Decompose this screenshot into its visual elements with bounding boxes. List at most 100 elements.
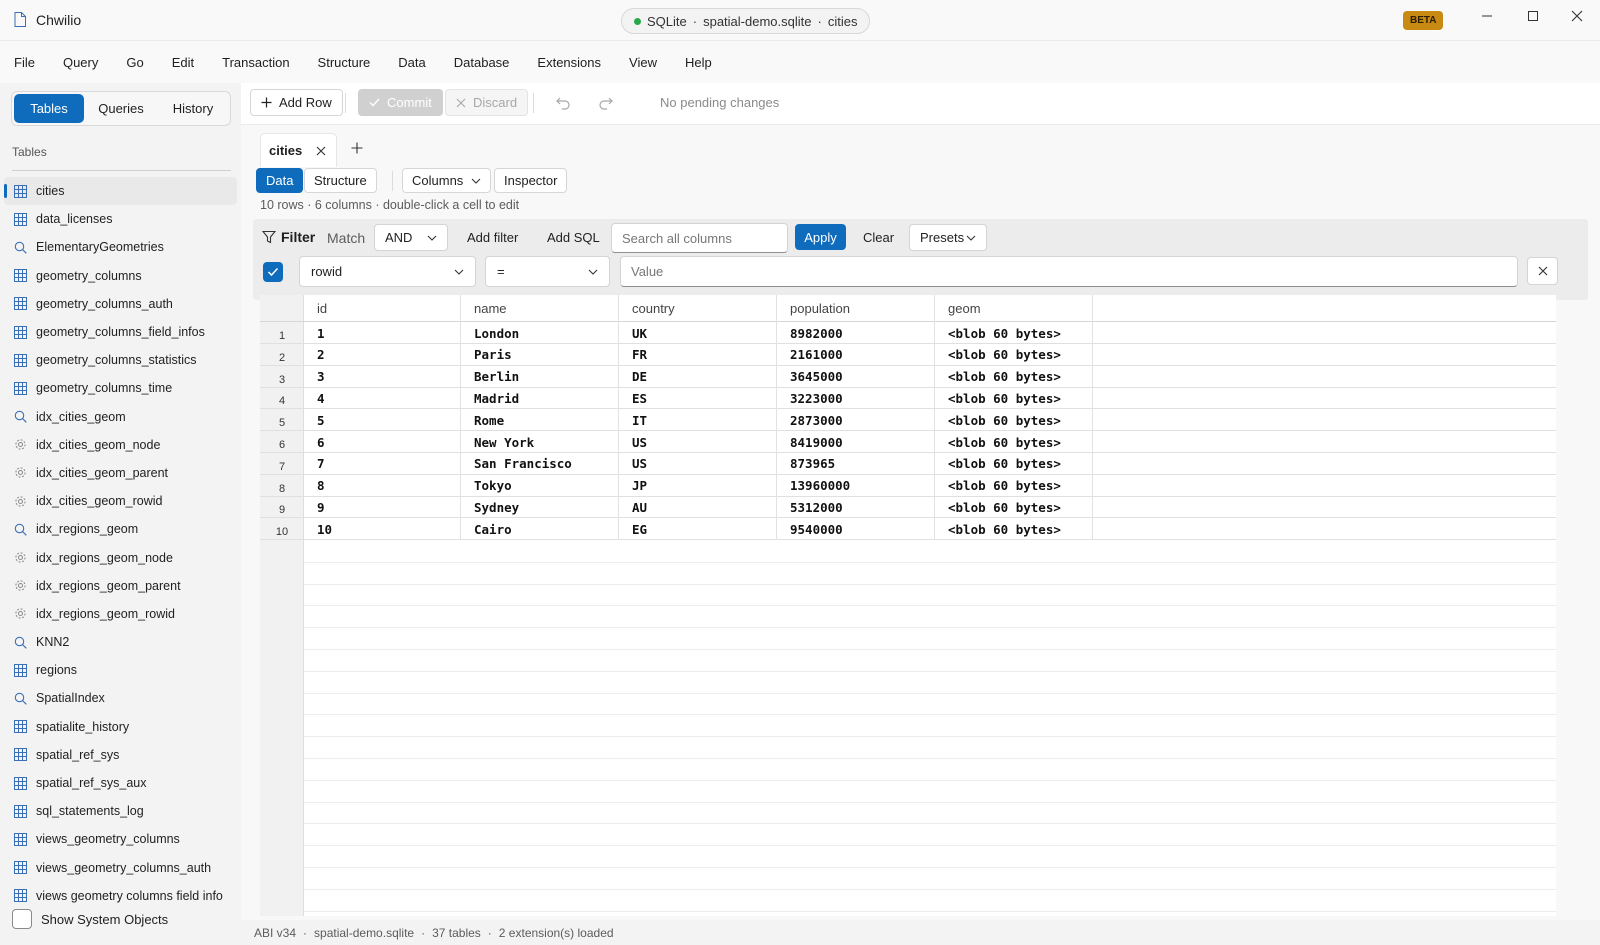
cell-id[interactable]: 10 (304, 518, 461, 541)
table-row[interactable]: 1 1 London UK 8982000 <blob 60 bytes> (260, 322, 1556, 344)
cell-country[interactable]: JP (619, 474, 777, 497)
undo-button[interactable] (553, 93, 573, 113)
cell-geom[interactable]: <blob 60 bytes> (935, 431, 1093, 453)
table-row[interactable]: 9 9 Sydney AU 5312000 <blob 60 bytes> (260, 496, 1556, 519)
remove-filter-button[interactable] (1527, 257, 1558, 285)
tab-cities[interactable]: cities (260, 133, 338, 167)
cell-name[interactable]: Tokyo (461, 474, 619, 497)
tab-tables[interactable]: Tables (14, 94, 84, 123)
menu-go[interactable]: Go (126, 55, 143, 70)
menu-extensions[interactable]: Extensions (537, 55, 601, 70)
sidebar-item-spatialite-history[interactable]: spatialite_history (4, 713, 237, 741)
table-row[interactable]: 8 8 Tokyo JP 13960000 <blob 60 bytes> (260, 474, 1556, 497)
cell-id[interactable]: 9 (304, 496, 461, 519)
sidebar-item-idx-regions-geom-parent[interactable]: idx_regions_geom_parent (4, 572, 237, 600)
cell-name[interactable]: San Francisco (461, 452, 619, 475)
cell-country[interactable]: AU (619, 496, 777, 519)
table-row[interactable]: 7 7 San Francisco US 873965 <blob 60 bytes> (260, 452, 1556, 475)
cell-population[interactable]: 3223000 (777, 387, 935, 410)
sidebar-item-views-geometry-columns-auth[interactable]: views_geometry_columns_auth (4, 854, 237, 882)
filter-operator-select[interactable]: = (485, 256, 610, 287)
row-number[interactable]: 5 (260, 409, 304, 431)
commit-button[interactable]: Commit (358, 89, 443, 116)
table-row[interactable]: 10 10 Cairo EG 9540000 <blob 60 bytes> (260, 518, 1556, 541)
menu-data[interactable]: Data (398, 55, 425, 70)
table-row[interactable]: 4 4 Madrid ES 3223000 <blob 60 bytes> (260, 387, 1556, 410)
columns-dropdown[interactable]: Columns (402, 168, 492, 193)
menu-view[interactable]: View (629, 55, 657, 70)
cell-geom[interactable]: <blob 60 bytes> (935, 387, 1093, 410)
cell-population[interactable]: 2873000 (777, 409, 935, 432)
view-structure-button[interactable]: Structure (304, 168, 377, 193)
sidebar-item-idx-cities-geom-node[interactable]: idx_cities_geom_node (4, 431, 237, 459)
sidebar-item-sql-statements-log[interactable]: sql_statements_log (4, 797, 237, 825)
sidebar-item-views-geometry-columns-field-info[interactable]: views geometry columns field info (4, 882, 237, 910)
sidebar-item-geometry-columns[interactable]: geometry_columns (4, 262, 237, 290)
show-system-objects[interactable]: Show System Objects (12, 909, 168, 929)
cell-geom[interactable]: <blob 60 bytes> (935, 496, 1093, 519)
cell-population[interactable]: 8982000 (777, 322, 935, 344)
tab-history[interactable]: History (158, 94, 228, 123)
discard-button[interactable]: Discard (445, 89, 529, 116)
cell-name[interactable]: Rome (461, 409, 619, 432)
cell-geom[interactable]: <blob 60 bytes> (935, 322, 1093, 344)
match-select[interactable]: AND (374, 224, 448, 251)
connection-pill[interactable]: SQLite · spatial-demo.sqlite · cities (621, 8, 871, 34)
cell-name[interactable]: Cairo (461, 518, 619, 541)
sidebar-item-spatial-ref-sys[interactable]: spatial_ref_sys (4, 741, 237, 769)
cell-id[interactable]: 5 (304, 409, 461, 432)
sidebar-item-geometry-columns-statistics[interactable]: geometry_columns_statistics (4, 346, 237, 374)
show-system-objects-checkbox[interactable] (12, 909, 32, 929)
sidebar-item-idx-regions-geom-rowid[interactable]: idx_regions_geom_rowid (4, 600, 237, 628)
cell-geom[interactable]: <blob 60 bytes> (935, 365, 1093, 388)
cell-id[interactable]: 7 (304, 452, 461, 475)
cell-population[interactable]: 13960000 (777, 474, 935, 497)
column-header-country[interactable]: country (619, 295, 777, 322)
row-number[interactable]: 4 (260, 387, 304, 409)
sidebar-item-geometry-columns-auth[interactable]: geometry_columns_auth (4, 290, 237, 318)
sidebar-item-idx-regions-geom[interactable]: idx_regions_geom (4, 515, 237, 543)
cell-population[interactable]: 873965 (777, 452, 935, 475)
row-number[interactable]: 2 (260, 344, 304, 366)
menu-help[interactable]: Help (685, 55, 712, 70)
sidebar-item-idx-regions-geom-node[interactable]: idx_regions_geom_node (4, 543, 237, 571)
cell-country[interactable]: UK (619, 322, 777, 344)
view-data-button[interactable]: Data (256, 168, 304, 193)
menu-query[interactable]: Query (63, 55, 98, 70)
cell-id[interactable]: 2 (304, 343, 461, 366)
sidebar-item-knn2[interactable]: KNN2 (4, 628, 237, 656)
cell-country[interactable]: IT (619, 409, 777, 432)
cell-country[interactable]: DE (619, 365, 777, 388)
cell-population[interactable]: 2161000 (777, 343, 935, 366)
cell-population[interactable]: 3645000 (777, 365, 935, 388)
table-row[interactable]: 5 5 Rome IT 2873000 <blob 60 bytes> (260, 409, 1556, 432)
cell-id[interactable]: 8 (304, 474, 461, 497)
cell-id[interactable]: 3 (304, 365, 461, 388)
menu-database[interactable]: Database (454, 55, 510, 70)
sidebar-item-spatial-ref-sys-aux[interactable]: spatial_ref_sys_aux (4, 769, 237, 797)
cell-name[interactable]: New York (461, 431, 619, 453)
cell-country[interactable]: ES (619, 387, 777, 410)
sidebar-item-idx-cities-geom-parent[interactable]: idx_cities_geom_parent (4, 459, 237, 487)
inspector-button[interactable]: Inspector (494, 168, 568, 193)
filter-column-select[interactable]: rowid (299, 256, 476, 287)
sidebar-item-idx-cities-geom-rowid[interactable]: idx_cities_geom_rowid (4, 487, 237, 515)
add-row-button[interactable]: Add Row (250, 89, 343, 116)
cell-geom[interactable]: <blob 60 bytes> (935, 474, 1093, 497)
presets-dropdown[interactable]: Presets (909, 224, 987, 251)
column-header-population[interactable]: population (777, 295, 935, 322)
column-header-geom[interactable]: geom (935, 295, 1093, 322)
cell-name[interactable]: Sydney (461, 496, 619, 519)
close-tab-icon[interactable] (316, 146, 326, 156)
search-all-columns-input[interactable]: Search all columns (611, 223, 788, 253)
sidebar-item-data-licenses[interactable]: data_licenses (4, 205, 237, 233)
clear-button[interactable]: Clear (863, 230, 894, 245)
sidebar-item-geometry-columns-time[interactable]: geometry_columns_time (4, 374, 237, 402)
cell-name[interactable]: London (461, 322, 619, 344)
sidebar-item-spatialindex[interactable]: SpatialIndex (4, 684, 237, 712)
cell-country[interactable]: US (619, 431, 777, 453)
apply-button[interactable]: Apply (795, 224, 846, 250)
cell-geom[interactable]: <blob 60 bytes> (935, 452, 1093, 475)
sidebar-item-elementarygeometries[interactable]: ElementaryGeometries (4, 233, 237, 261)
sidebar-item-views-geometry-columns[interactable]: views_geometry_columns (4, 825, 237, 853)
